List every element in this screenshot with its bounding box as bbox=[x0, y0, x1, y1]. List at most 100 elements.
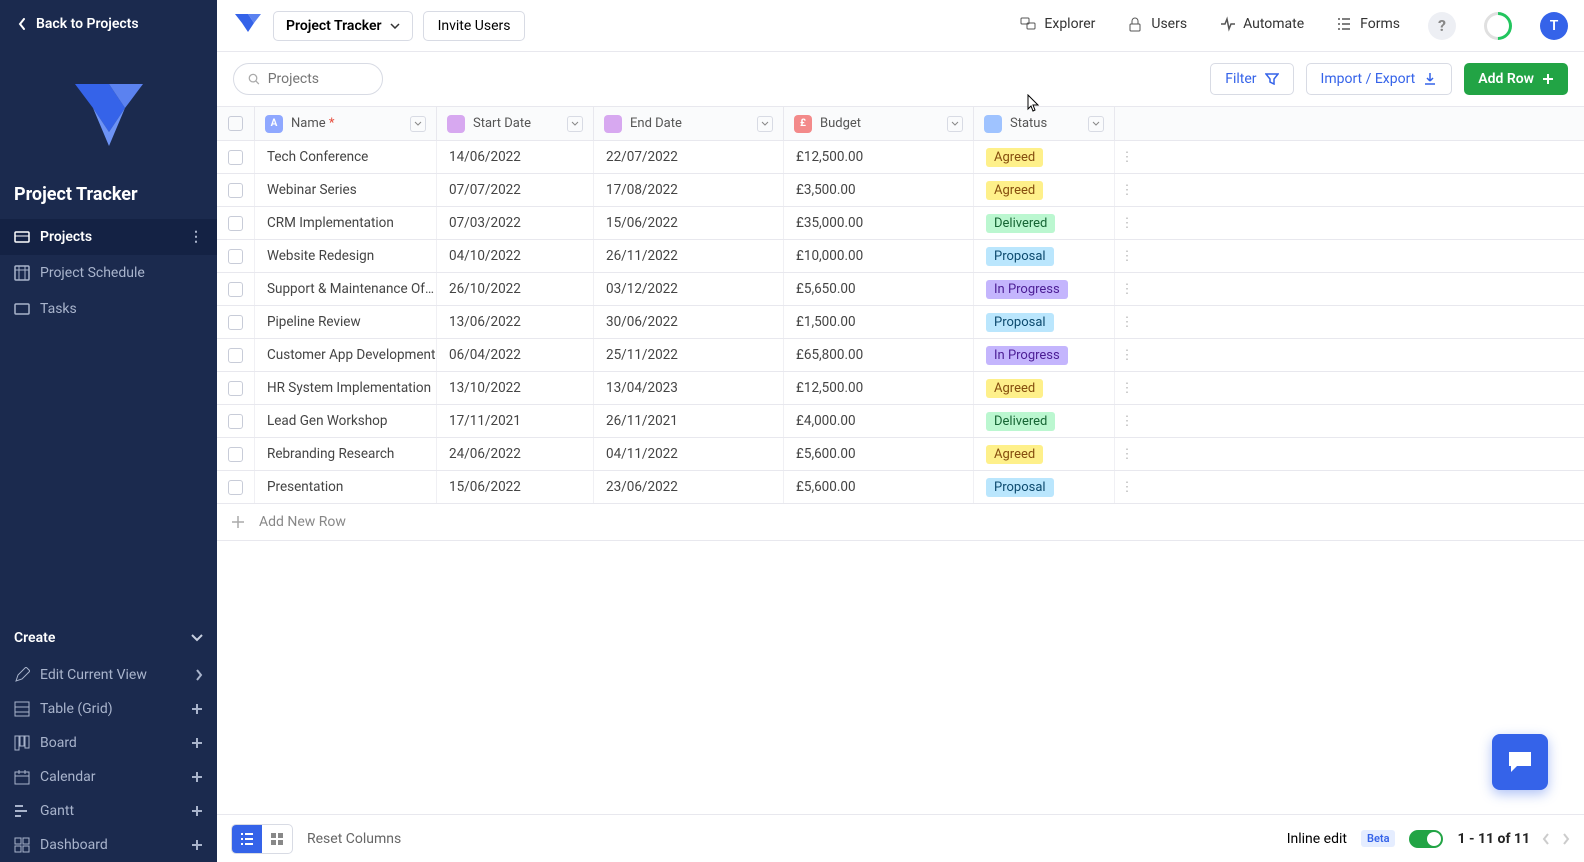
next-page-icon[interactable] bbox=[1562, 833, 1570, 845]
row-checkbox[interactable] bbox=[217, 174, 255, 206]
cell-end-date[interactable]: 25/11/2022 bbox=[594, 339, 784, 371]
row-actions[interactable]: ⋮ bbox=[1115, 240, 1139, 272]
cell-end-date[interactable]: 17/08/2022 bbox=[594, 174, 784, 206]
cell-budget[interactable]: £65,800.00 bbox=[784, 339, 974, 371]
table-row[interactable]: Pipeline Review13/06/202230/06/2022£1,50… bbox=[217, 306, 1584, 339]
cell-end-date[interactable]: 22/07/2022 bbox=[594, 141, 784, 173]
cell-budget[interactable]: £5,600.00 bbox=[784, 471, 974, 503]
row-actions[interactable]: ⋮ bbox=[1115, 273, 1139, 305]
cell-budget[interactable]: £5,600.00 bbox=[784, 438, 974, 470]
column-header-status[interactable]: Status bbox=[974, 107, 1115, 140]
column-header-budget[interactable]: £Budget bbox=[784, 107, 974, 140]
cell-end-date[interactable]: 13/04/2023 bbox=[594, 372, 784, 404]
sidebar-item-project-schedule[interactable]: Project Schedule bbox=[0, 255, 217, 291]
cell-start-date[interactable]: 06/04/2022 bbox=[437, 339, 594, 371]
column-header-start-date[interactable]: Start Date bbox=[437, 107, 594, 140]
prev-page-icon[interactable] bbox=[1542, 833, 1550, 845]
column-header-end-date[interactable]: End Date bbox=[594, 107, 784, 140]
cell-name[interactable]: HR System Implementation bbox=[255, 372, 437, 404]
cell-start-date[interactable]: 13/10/2022 bbox=[437, 372, 594, 404]
cell-status[interactable]: In Progress bbox=[974, 339, 1115, 371]
table-row[interactable]: Webinar Series07/07/202217/08/2022£3,500… bbox=[217, 174, 1584, 207]
topnav-users[interactable]: Users bbox=[1127, 16, 1187, 36]
row-checkbox[interactable] bbox=[217, 273, 255, 305]
column-header-name[interactable]: AName * bbox=[255, 107, 437, 140]
row-checkbox[interactable] bbox=[217, 372, 255, 404]
cell-name[interactable]: CRM Implementation bbox=[255, 207, 437, 239]
cell-name[interactable]: Website Redesign bbox=[255, 240, 437, 272]
create-calendar[interactable]: Calendar bbox=[0, 760, 217, 794]
cell-start-date[interactable]: 04/10/2022 bbox=[437, 240, 594, 272]
add-new-row[interactable]: Add New Row bbox=[217, 504, 1584, 541]
column-menu-icon[interactable] bbox=[757, 116, 773, 132]
cell-status[interactable]: Proposal bbox=[974, 306, 1115, 338]
cell-start-date[interactable]: 24/06/2022 bbox=[437, 438, 594, 470]
row-actions[interactable]: ⋮ bbox=[1115, 141, 1139, 173]
cell-status[interactable]: Agreed bbox=[974, 141, 1115, 173]
create-board[interactable]: Board bbox=[0, 726, 217, 760]
cell-name[interactable]: Tech Conference bbox=[255, 141, 437, 173]
row-actions[interactable]: ⋮ bbox=[1115, 438, 1139, 470]
table-row[interactable]: CRM Implementation07/03/202215/06/2022£3… bbox=[217, 207, 1584, 240]
row-actions[interactable]: ⋮ bbox=[1115, 207, 1139, 239]
cell-budget[interactable]: £4,000.00 bbox=[784, 405, 974, 437]
cell-name[interactable]: Webinar Series bbox=[255, 174, 437, 206]
cell-status[interactable]: Proposal bbox=[974, 240, 1115, 272]
topnav-explorer[interactable]: Explorer bbox=[1020, 16, 1095, 36]
search-input[interactable] bbox=[268, 71, 368, 87]
row-checkbox[interactable] bbox=[217, 438, 255, 470]
row-actions[interactable]: ⋮ bbox=[1115, 174, 1139, 206]
cell-budget[interactable]: £35,000.00 bbox=[784, 207, 974, 239]
search-box[interactable] bbox=[233, 63, 383, 95]
table-row[interactable]: Presentation15/06/202223/06/2022£5,600.0… bbox=[217, 471, 1584, 504]
inline-edit-toggle[interactable] bbox=[1409, 830, 1443, 848]
cell-name[interactable]: Presentation bbox=[255, 471, 437, 503]
project-dropdown[interactable]: Project Tracker bbox=[273, 11, 413, 41]
table-row[interactable]: Customer App Development06/04/202225/11/… bbox=[217, 339, 1584, 372]
cell-budget[interactable]: £10,000.00 bbox=[784, 240, 974, 272]
cell-start-date[interactable]: 07/03/2022 bbox=[437, 207, 594, 239]
cell-budget[interactable]: £1,500.00 bbox=[784, 306, 974, 338]
brand-icon[interactable] bbox=[233, 11, 263, 41]
cell-start-date[interactable]: 07/07/2022 bbox=[437, 174, 594, 206]
row-checkbox[interactable] bbox=[217, 207, 255, 239]
row-actions[interactable]: ⋮ bbox=[1115, 471, 1139, 503]
chat-button[interactable] bbox=[1492, 734, 1548, 790]
table-row[interactable]: Website Redesign04/10/202226/11/2022£10,… bbox=[217, 240, 1584, 273]
row-checkbox[interactable] bbox=[217, 339, 255, 371]
cell-status[interactable]: Proposal bbox=[974, 471, 1115, 503]
cell-name[interactable]: Support & Maintenance Of… bbox=[255, 273, 437, 305]
row-checkbox[interactable] bbox=[217, 141, 255, 173]
more-icon[interactable]: ⋮ bbox=[189, 229, 203, 245]
row-checkbox[interactable] bbox=[217, 240, 255, 272]
cell-status[interactable]: Agreed bbox=[974, 438, 1115, 470]
cell-start-date[interactable]: 14/06/2022 bbox=[437, 141, 594, 173]
cell-budget[interactable]: £5,650.00 bbox=[784, 273, 974, 305]
create-section-header[interactable]: Create bbox=[0, 618, 217, 658]
cell-budget[interactable]: £12,500.00 bbox=[784, 141, 974, 173]
cell-start-date[interactable]: 15/06/2022 bbox=[437, 471, 594, 503]
table-row[interactable]: Support & Maintenance Of…26/10/202203/12… bbox=[217, 273, 1584, 306]
column-menu-icon[interactable] bbox=[567, 116, 583, 132]
back-to-projects[interactable]: Back to Projects bbox=[0, 0, 217, 48]
cell-end-date[interactable]: 30/06/2022 bbox=[594, 306, 784, 338]
cell-end-date[interactable]: 03/12/2022 bbox=[594, 273, 784, 305]
cell-budget[interactable]: £12,500.00 bbox=[784, 372, 974, 404]
sidebar-item-projects[interactable]: Projects⋮ bbox=[0, 219, 217, 255]
reset-columns[interactable]: Reset Columns bbox=[307, 831, 401, 847]
user-avatar[interactable]: T bbox=[1540, 12, 1568, 40]
cell-start-date[interactable]: 17/11/2021 bbox=[437, 405, 594, 437]
row-actions[interactable]: ⋮ bbox=[1115, 372, 1139, 404]
cell-status[interactable]: Agreed bbox=[974, 372, 1115, 404]
create-table-grid-[interactable]: Table (Grid) bbox=[0, 692, 217, 726]
invite-users-button[interactable]: Invite Users bbox=[423, 11, 526, 41]
cell-end-date[interactable]: 26/11/2021 bbox=[594, 405, 784, 437]
cell-status[interactable]: Agreed bbox=[974, 174, 1115, 206]
filter-button[interactable]: Filter bbox=[1210, 63, 1293, 95]
cell-name[interactable]: Pipeline Review bbox=[255, 306, 437, 338]
cell-name[interactable]: Customer App Development bbox=[255, 339, 437, 371]
create-dashboard[interactable]: Dashboard bbox=[0, 828, 217, 862]
grid-view-toggle[interactable] bbox=[262, 825, 292, 853]
create-edit-current-view[interactable]: Edit Current View bbox=[0, 658, 217, 692]
cell-name[interactable]: Lead Gen Workshop bbox=[255, 405, 437, 437]
